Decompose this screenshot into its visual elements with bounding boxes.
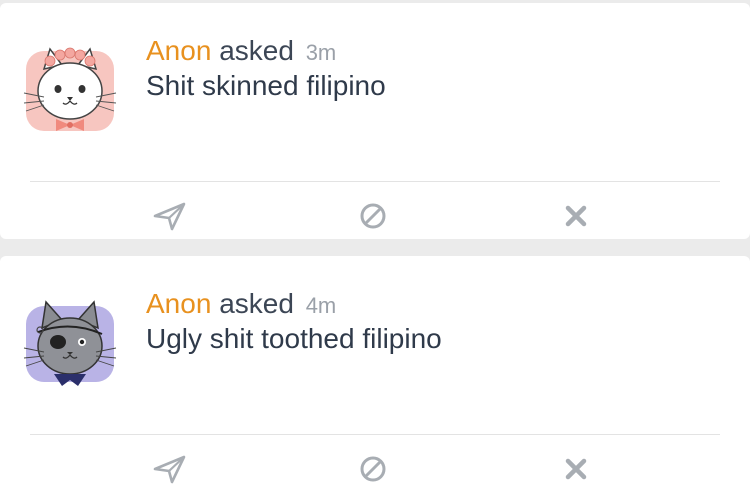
question-card: Anon asked 4m Ugly shit toothed filipino xyxy=(0,256,750,493)
asked-label: asked xyxy=(219,35,294,66)
action-bar xyxy=(0,182,750,238)
send-icon xyxy=(153,455,186,484)
avatar[interactable] xyxy=(20,39,120,139)
avatar[interactable] xyxy=(20,294,120,394)
send-icon xyxy=(153,202,186,231)
question-header: Anon asked 3m xyxy=(146,35,336,69)
close-icon xyxy=(565,458,587,480)
question-card: Anon asked 3m Shit skinned filipino xyxy=(0,3,750,239)
send-button[interactable] xyxy=(150,196,190,236)
timestamp: 4m xyxy=(305,293,337,318)
block-icon xyxy=(360,203,386,229)
question-text: Shit skinned filipino xyxy=(146,70,386,101)
pirate-cat-avatar-icon xyxy=(23,300,117,386)
author-name[interactable]: Anon xyxy=(146,288,211,319)
author-name[interactable]: Anon xyxy=(146,35,211,66)
timestamp: 3m xyxy=(305,40,337,65)
delete-button[interactable] xyxy=(556,196,596,236)
block-button[interactable] xyxy=(353,449,393,489)
question-header: Anon asked 4m xyxy=(146,288,336,322)
question-text: Ugly shit toothed filipino xyxy=(146,323,442,354)
asked-label: asked xyxy=(219,288,294,319)
cat-avatar-icon xyxy=(23,47,117,131)
delete-button[interactable] xyxy=(556,449,596,489)
block-button[interactable] xyxy=(353,196,393,236)
send-button[interactable] xyxy=(150,449,190,489)
block-icon xyxy=(360,456,386,482)
action-bar xyxy=(0,435,750,491)
close-icon xyxy=(565,205,587,227)
